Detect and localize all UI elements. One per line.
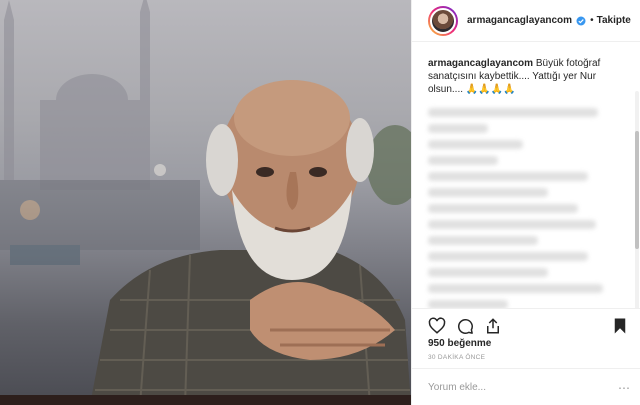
blurred-comments [428, 108, 625, 308]
caption: armagancaglayancom Büyük fotoğraf sanatç… [428, 57, 614, 96]
likes-count[interactable]: 950 beğenme [428, 338, 491, 349]
bookmark-icon[interactable] [611, 317, 629, 335]
blurred-comment [428, 172, 588, 181]
post-photo[interactable] [0, 0, 411, 405]
comments-area[interactable]: armagancaglayancom Büyük fotoğraf sanatç… [412, 43, 640, 308]
heart-icon[interactable] [428, 317, 446, 335]
blurred-comment [428, 204, 578, 213]
blurred-comment [428, 236, 538, 245]
blurred-comment [428, 252, 588, 261]
blurred-comment [428, 140, 523, 149]
blurred-comment [428, 188, 548, 197]
blurred-comment [428, 124, 488, 133]
comment-icon[interactable] [456, 317, 474, 335]
post-header: armagancaglayancom • Takipte [412, 0, 640, 42]
action-bar [412, 308, 640, 340]
share-icon[interactable] [484, 317, 502, 335]
post-side-panel: armagancaglayancom • Takipte armagancagl… [411, 0, 640, 405]
blurred-comment [428, 300, 508, 308]
scrollbar-thumb[interactable] [635, 131, 639, 249]
blurred-comment [428, 284, 603, 293]
blurred-comment [428, 156, 498, 165]
post-timestamp: 30 DAKİKA ÖNCE [428, 354, 486, 361]
avatar[interactable] [428, 5, 458, 36]
header-separator: • [590, 15, 594, 26]
header-username[interactable]: armagancaglayancom [467, 15, 572, 26]
more-options-icon[interactable]: ⋯ [618, 381, 631, 395]
blurred-comment [428, 220, 596, 229]
comment-input[interactable] [428, 381, 598, 393]
blurred-comment [428, 268, 548, 277]
blurred-comment [428, 108, 598, 117]
comments-scrollbar[interactable] [635, 91, 639, 308]
photo-illustration [0, 0, 411, 405]
follow-button[interactable]: Takipte [597, 15, 631, 26]
caption-username[interactable]: armagancaglayancom [428, 58, 533, 69]
verified-icon [576, 16, 586, 25]
comment-box: ⋯ [412, 368, 640, 405]
